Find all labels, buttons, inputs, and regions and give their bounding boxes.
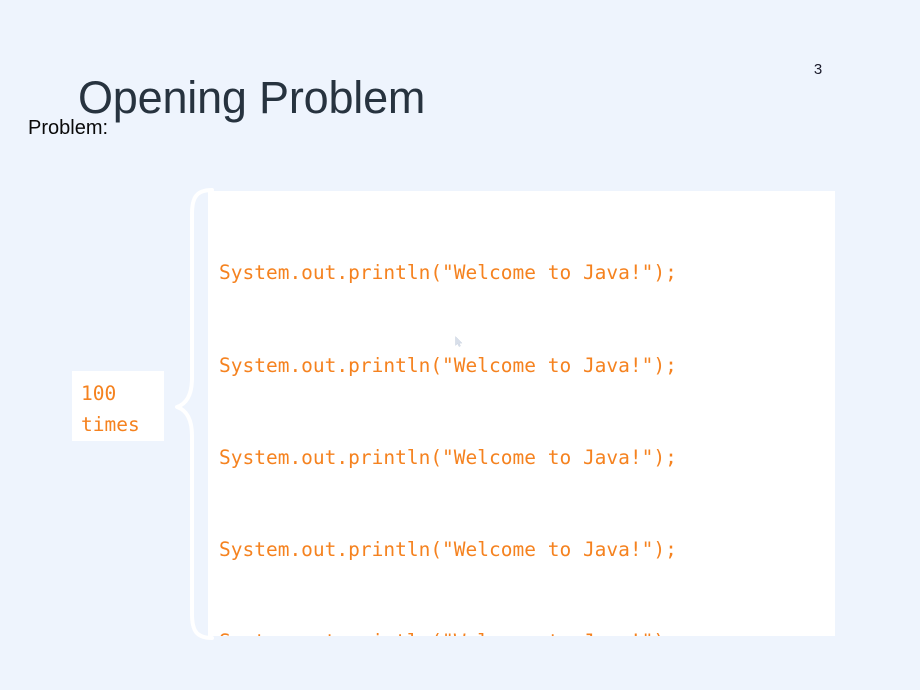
slide-canvas: Opening Problem 3 Problem: System.out.pr… [0, 0, 920, 690]
page-title: Opening Problem [78, 72, 426, 124]
code-line: System.out.println("Welcome to Java!"); [219, 353, 677, 377]
repeat-count-unit: times [81, 412, 140, 436]
problem-label: Problem: [28, 117, 109, 139]
code-block: System.out.println("Welcome to Java!"); … [208, 191, 835, 636]
repeat-count-value: 100 [81, 382, 117, 405]
code-line: System.out.println("Welcome to Java!"); [219, 261, 677, 285]
repeat-count-callout: 100 times [72, 371, 164, 441]
page-number: 3 [813, 61, 823, 78]
code-listing: System.out.println("Welcome to Java!"); … [219, 197, 835, 636]
code-line: System.out.println("Welcome to Java!"); [219, 627, 835, 636]
code-line: System.out.println("Welcome to Java!"); [219, 445, 677, 469]
code-line: System.out.println("Welcome to Java!"); [219, 537, 677, 561]
